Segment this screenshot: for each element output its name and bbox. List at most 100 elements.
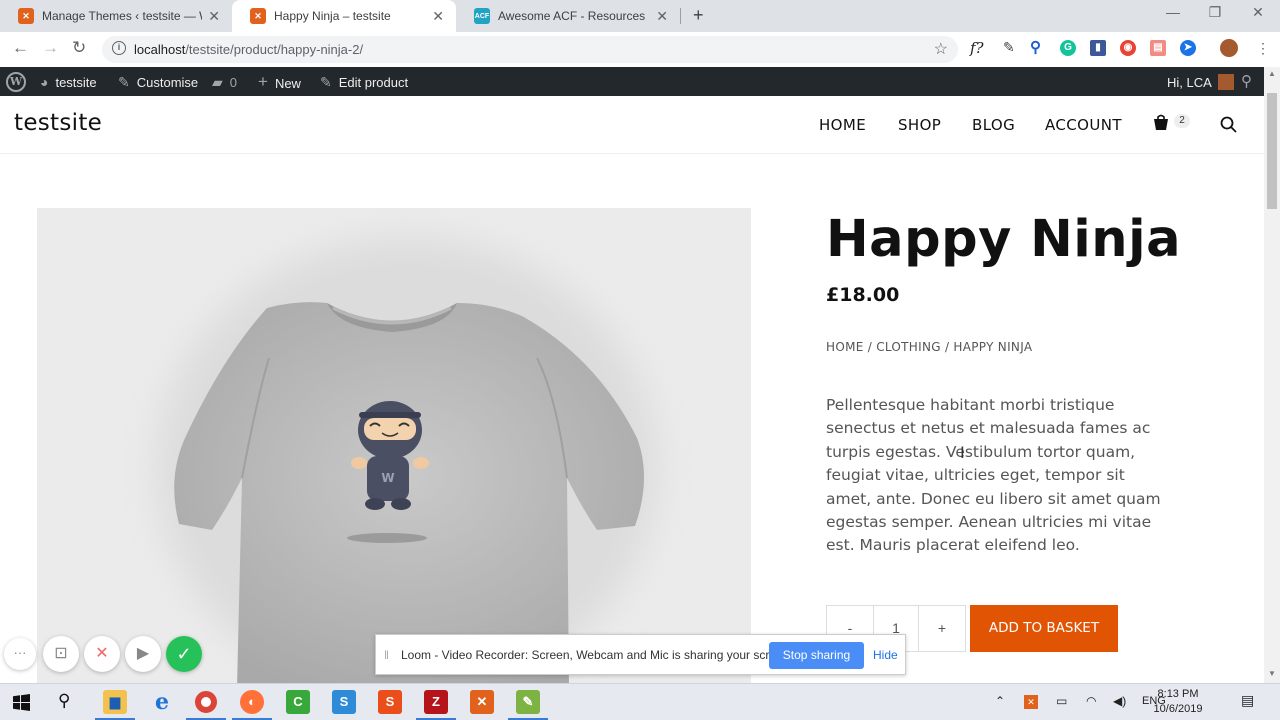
edge-icon[interactable]: e (150, 690, 174, 714)
svg-text:W: W (381, 471, 394, 485)
bookmark-extension-icon[interactable]: ▮ (1090, 40, 1106, 56)
comment-count: 0 (229, 75, 238, 90)
show-hidden-icons-icon[interactable]: ⌃ (995, 694, 1005, 708)
clock[interactable]: 8:13 PM 10/6/2019 (1150, 687, 1206, 717)
adminbar-site[interactable]: ◕ testsite (40, 74, 97, 90)
camtasia-icon[interactable]: C (286, 690, 310, 714)
grammarly-extension-icon[interactable]: G (1060, 40, 1076, 56)
pencil-icon: ✎ (320, 74, 332, 90)
close-window-icon[interactable]: ✕ (1235, 4, 1280, 21)
stop-sharing-button[interactable]: Stop sharing (769, 642, 864, 669)
loom-camera-icon[interactable]: ⊡ (43, 636, 79, 672)
dashboard-icon: ◕ (40, 74, 49, 90)
note-extension-icon[interactable]: ▤ (1150, 40, 1166, 56)
volume-icon[interactable]: ◀) (1113, 694, 1126, 708)
firefox-icon[interactable]: ◐ (240, 690, 264, 714)
chrome-icon[interactable] (195, 691, 217, 713)
scroll-up-icon[interactable]: ▲ (1268, 69, 1276, 78)
plus-icon: + (258, 72, 268, 91)
new-tab-button[interactable]: + (693, 5, 704, 26)
wordpress-icon[interactable]: W (6, 72, 26, 92)
xampp-icon[interactable]: ✕ (470, 690, 494, 714)
formula-extension-icon[interactable]: f? (970, 39, 984, 57)
reload-icon[interactable]: ↻ (72, 38, 86, 58)
file-explorer-icon[interactable]: ▆ (103, 690, 127, 714)
search-icon[interactable] (1220, 116, 1237, 133)
comment-icon: ▰ (212, 74, 223, 90)
wifi-icon[interactable]: ◠ (1086, 694, 1096, 708)
tab-manage-themes[interactable]: ✕ Manage Themes ‹ testsite — Wo ✕ (0, 0, 232, 32)
product-image[interactable]: W (37, 208, 751, 683)
adminbar-site-label: testsite (55, 74, 97, 90)
product-description: Pellentesque habitant morbi tristique se… (826, 396, 1161, 555)
adminbar-customise[interactable]: ✎ Customise (118, 74, 198, 91)
adminbar-customise-label: Customise (136, 75, 199, 90)
xampp-tray-icon[interactable]: ✕ (1024, 695, 1038, 709)
forward-icon[interactable]: → (42, 38, 59, 58)
xampp-icon: ✕ (250, 8, 266, 24)
scroll-down-icon[interactable]: ▼ (1268, 669, 1276, 678)
acf-icon: ACF (474, 8, 490, 24)
search-icon[interactable]: ⚲ (58, 691, 70, 711)
nav-shop[interactable]: SHOP (898, 116, 941, 134)
menu-icon[interactable]: ⋮ (1256, 40, 1270, 57)
minimize-icon[interactable]: — (1150, 4, 1196, 20)
notepad-icon[interactable]: ✎ (516, 690, 540, 714)
search-extension-icon[interactable]: ⚲ (1030, 38, 1041, 56)
avatar[interactable] (1220, 39, 1238, 57)
drag-handle-icon[interactable]: ‖ (384, 648, 389, 662)
loom-more-icon[interactable]: ··· (4, 638, 36, 670)
search-icon[interactable]: ⚲ (1241, 72, 1252, 90)
adminbar-edit-label: Edit product (338, 75, 409, 90)
breadcrumb-current: Happy Ninja (953, 340, 1033, 354)
tab-title: Happy Ninja – testsite (274, 9, 391, 23)
notifications-icon[interactable]: ▤ (1241, 692, 1254, 709)
chrome-extension-icon[interactable]: ◉ (1120, 40, 1136, 56)
bookmark-star-icon[interactable]: ☆ (934, 39, 948, 59)
cart-icon[interactable] (1152, 114, 1170, 132)
windows-taskbar: ⚲ ▆ e ◐ C S S Z ✕ ✎ ⌃ ✕ ▭ ◠ ◀) ENG 8:13 … (0, 683, 1280, 720)
adminbar-account[interactable]: Hi, LCA (1167, 74, 1234, 90)
adminbar-edit-product[interactable]: ✎ Edit product (320, 74, 408, 91)
quantity-increment-button[interactable]: + (918, 605, 966, 652)
tab-happy-ninja[interactable]: ✕ Happy Ninja – testsite ✕ (232, 0, 456, 32)
breadcrumb-home[interactable]: Home (826, 340, 864, 354)
loom-pause-icon[interactable]: ▶ (125, 636, 161, 672)
page-scrollbar[interactable]: ▲ ▼ (1264, 67, 1280, 683)
close-icon[interactable]: ✕ (432, 8, 444, 25)
add-to-basket-button[interactable]: ADD TO BASKET (970, 605, 1118, 652)
loom-finish-icon[interactable]: ✓ (166, 636, 202, 672)
nav-account[interactable]: ACCOUNT (1045, 116, 1122, 134)
cart-count-badge: 2 (1174, 114, 1190, 128)
site-title[interactable]: testsite (14, 110, 102, 136)
hide-button[interactable]: Hide (873, 648, 898, 662)
tab-awesome-acf[interactable]: ACF Awesome ACF - Resources for Ac ✕ (456, 0, 680, 32)
nav-home[interactable]: HOME (819, 116, 866, 134)
close-icon[interactable]: ✕ (208, 8, 220, 25)
back-icon[interactable]: ← (12, 38, 29, 58)
battery-icon[interactable]: ▭ (1056, 694, 1067, 708)
info-icon[interactable]: i (112, 41, 126, 55)
tab-title: Manage Themes ‹ testsite — Wo (42, 9, 202, 23)
breadcrumb-clothing[interactable]: Clothing (876, 340, 941, 354)
product-title: Happy Ninja (826, 210, 1181, 269)
loom-cancel-icon[interactable]: ✕ (84, 636, 120, 672)
adminbar-new[interactable]: + New (258, 72, 301, 92)
sublime-icon[interactable]: S (378, 690, 402, 714)
nav-blog[interactable]: BLOG (972, 116, 1015, 134)
scrollbar-thumb[interactable] (1267, 93, 1277, 209)
adminbar-comments[interactable]: ▰ 0 (212, 74, 237, 91)
messenger-extension-icon[interactable]: ➤ (1180, 40, 1196, 56)
windows-start-icon[interactable] (13, 694, 30, 711)
address-bar[interactable]: i localhost/testsite/product/happy-ninja… (102, 36, 958, 63)
sourcetree-icon[interactable]: S (332, 690, 356, 714)
loom-sharing-bar: ‖ Loom - Video Recorder: Screen, Webcam … (375, 634, 906, 675)
tshirt-image: W (157, 238, 657, 683)
avatar (1217, 74, 1234, 90)
restore-icon[interactable]: ❐ (1192, 4, 1238, 21)
filezilla-icon[interactable]: Z (424, 690, 448, 714)
browser-toolbar: ← → ↻ i localhost/testsite/product/happy… (0, 32, 1280, 66)
brush-icon: ✎ (118, 74, 130, 90)
close-icon[interactable]: ✕ (656, 8, 668, 25)
eyedropper-extension-icon[interactable]: ✎ (1003, 39, 1015, 56)
